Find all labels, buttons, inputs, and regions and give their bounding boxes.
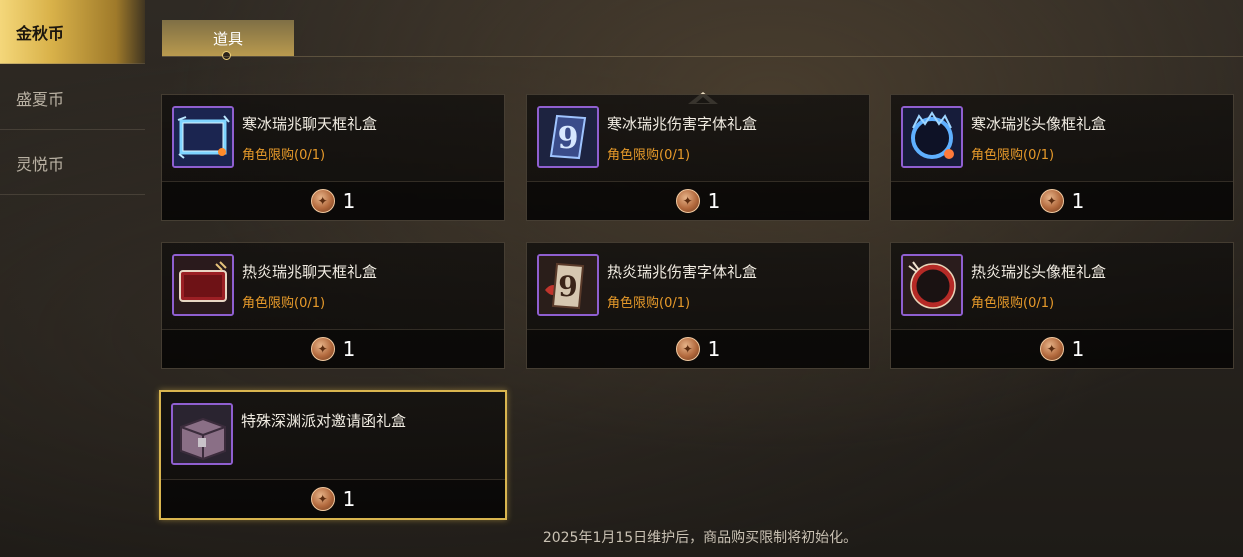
jinqiu-coin-icon (1039, 189, 1064, 213)
item-name: 热炎瑞兆聊天框礼盒 (242, 263, 378, 281)
price-bar[interactable]: 1 (527, 329, 869, 368)
shop-item-card[interactable]: 热炎瑞兆头像框礼盒 角色限购(0/1) 1 (890, 242, 1234, 369)
shop-item-card[interactable]: 寒冰瑞兆聊天框礼盒 角色限购(0/1) 1 (161, 94, 505, 221)
price-bar[interactable]: 1 (162, 181, 504, 220)
sidebar-item-jinqiu-coin[interactable]: 金秋币 (0, 0, 145, 64)
item-purchase-limit: 角色限购(0/1) (971, 296, 1055, 311)
purchase-reset-notice: 2025年1月15日维护后，商品购买限制将初始化。 (542, 530, 858, 546)
shop-item-card[interactable]: 热炎瑞兆聊天框礼盒 角色限购(0/1) 1 (161, 242, 505, 369)
abyss-invite-box-icon (171, 403, 233, 465)
item-name: 热炎瑞兆头像框礼盒 (971, 263, 1107, 281)
shop-item-card[interactable]: 9 寒冰瑞兆伤害字体礼盒 角色限购(0/1) 1 (526, 94, 870, 221)
item-name: 寒冰瑞兆伤害字体礼盒 (607, 115, 758, 133)
currency-sidebar: 金秋币 盛夏币 灵悦币 (0, 0, 145, 557)
sidebar-item-label: 盛夏币 (16, 89, 65, 109)
ice-damage-font-icon: 9 (537, 106, 599, 168)
sidebar-item-label: 灵悦币 (16, 154, 65, 174)
jinqiu-coin-icon (310, 189, 335, 213)
item-price: 1 (1071, 189, 1085, 213)
svg-text:9: 9 (558, 121, 579, 156)
jinqiu-coin-icon (675, 189, 700, 213)
price-bar[interactable]: 1 (162, 329, 504, 368)
jinqiu-coin-icon (310, 337, 335, 361)
tab-divider (162, 56, 1243, 57)
shop-item-card-selected[interactable]: 特殊深渊派对邀请函礼盒 1 (159, 390, 507, 520)
item-purchase-limit: 角色限购(0/1) (242, 296, 326, 311)
sidebar-item-label: 金秋币 (16, 23, 65, 43)
jinqiu-coin-icon (675, 337, 700, 361)
item-price: 1 (1071, 337, 1085, 361)
ice-avatar-frame-icon (901, 106, 963, 168)
jinqiu-coin-icon (310, 487, 335, 511)
shop-item-card[interactable]: 9 热炎瑞兆伤害字体礼盒 角色限购(0/1) 1 (526, 242, 870, 369)
jinqiu-coin-icon (1039, 337, 1064, 361)
fire-damage-font-icon: 9 (537, 254, 599, 316)
item-price: 1 (342, 487, 356, 511)
item-name: 寒冰瑞兆头像框礼盒 (971, 115, 1107, 133)
fire-chat-frame-icon (172, 254, 234, 316)
svg-text:9: 9 (558, 270, 577, 303)
fire-avatar-frame-icon (901, 254, 963, 316)
item-name: 热炎瑞兆伤害字体礼盒 (607, 263, 758, 281)
sidebar-item-shengxia-coin[interactable]: 盛夏币 (0, 66, 145, 130)
item-name: 特殊深渊派对邀请函礼盒 (241, 412, 407, 430)
price-bar[interactable]: 1 (891, 329, 1233, 368)
item-purchase-limit: 角色限购(0/1) (607, 148, 691, 163)
item-purchase-limit: 角色限购(0/1) (971, 148, 1055, 163)
price-bar[interactable]: 1 (891, 181, 1233, 220)
item-price: 1 (342, 189, 356, 213)
item-purchase-limit: 角色限购(0/1) (242, 148, 326, 163)
price-bar[interactable]: 1 (161, 479, 505, 518)
sidebar-item-lingyue-coin[interactable]: 灵悦币 (0, 131, 145, 195)
tab-label: 道具 (212, 29, 243, 48)
price-bar[interactable]: 1 (527, 181, 869, 220)
item-price: 1 (342, 337, 356, 361)
shop-item-card[interactable]: 寒冰瑞兆头像框礼盒 角色限购(0/1) 1 (890, 94, 1234, 221)
item-price: 1 (707, 189, 721, 213)
item-purchase-limit: 角色限购(0/1) (607, 296, 691, 311)
item-price: 1 (707, 337, 721, 361)
ice-chat-frame-icon (172, 106, 234, 168)
item-name: 寒冰瑞兆聊天框礼盒 (242, 115, 378, 133)
